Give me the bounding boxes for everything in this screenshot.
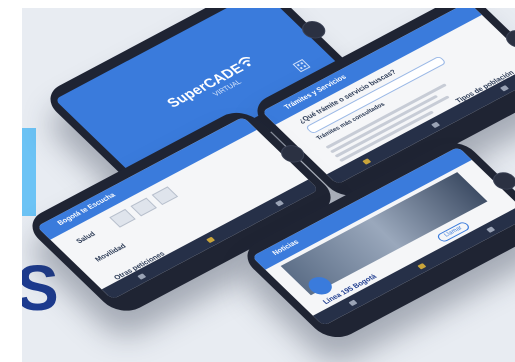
tab-home[interactable] (348, 299, 358, 306)
accent-bar (22, 128, 36, 216)
tab-profile[interactable] (274, 199, 284, 207)
tab-services[interactable] (430, 121, 440, 128)
category-salud: Salud (75, 231, 98, 246)
tab-profile[interactable] (485, 226, 495, 233)
tab-services[interactable] (205, 236, 215, 243)
tab-services[interactable] (416, 262, 427, 270)
category-movilidad: Movilidad (94, 243, 128, 264)
tab-home[interactable] (361, 157, 371, 165)
tab-profile[interactable] (499, 84, 509, 92)
category-tile[interactable] (130, 197, 157, 217)
mockup-stage: S SuperCADE VIRTUAL Trámites y Servicios… (22, 8, 515, 362)
building-icon (292, 59, 311, 73)
categories-header: Bogotá te Escucha (56, 192, 118, 227)
category-tile[interactable] (151, 186, 179, 206)
partial-heading-letter: S (22, 252, 59, 324)
category-tile[interactable] (109, 208, 136, 228)
tab-home[interactable] (136, 272, 146, 280)
